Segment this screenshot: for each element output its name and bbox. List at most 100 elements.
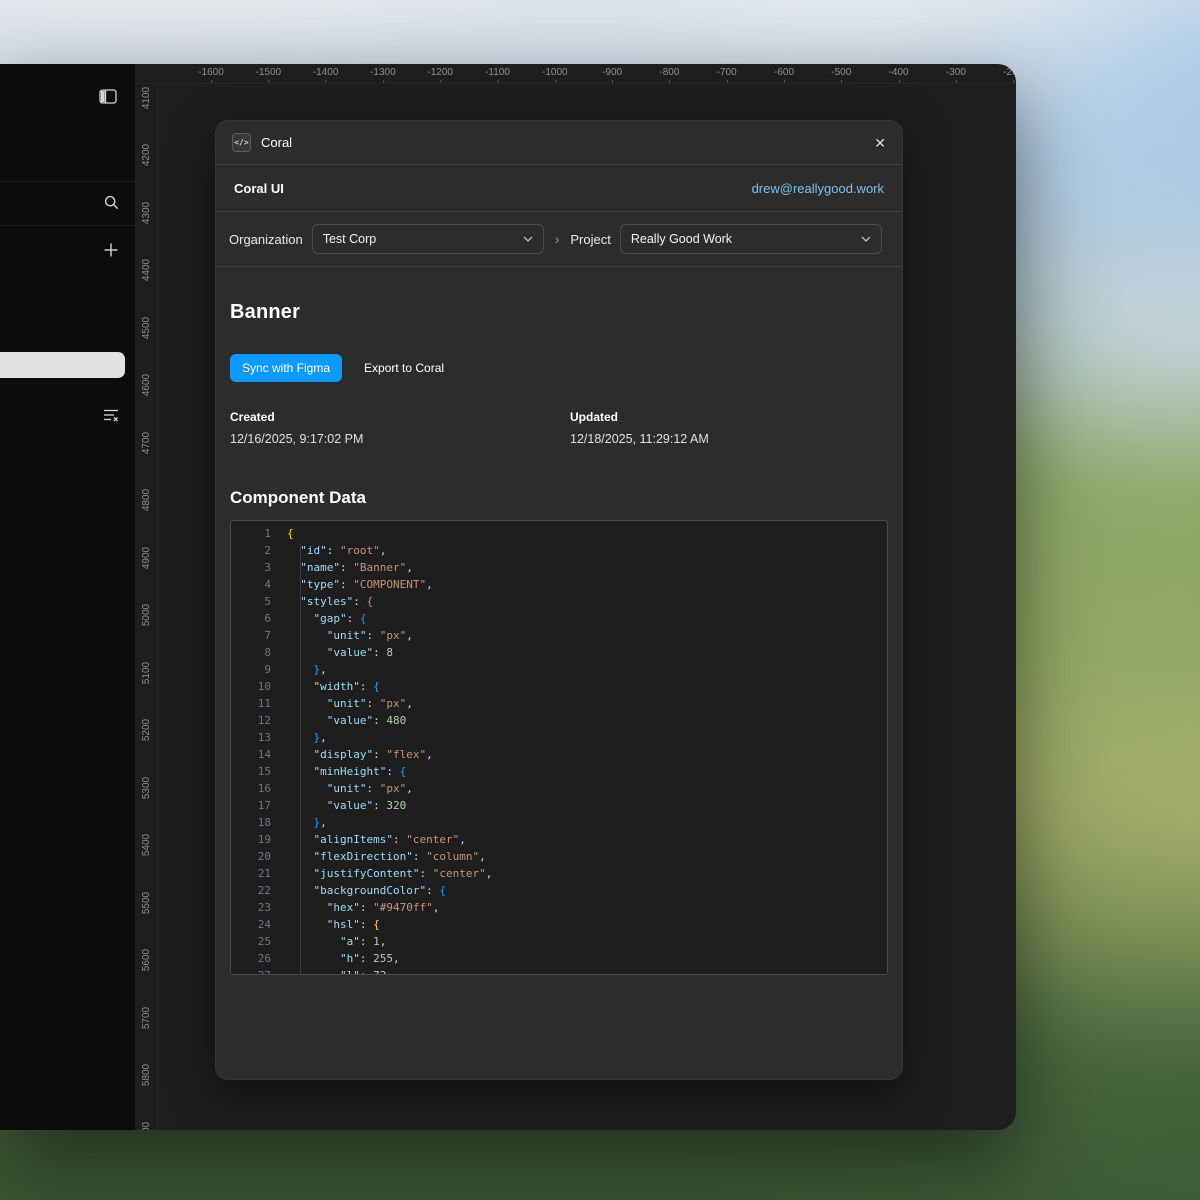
organization-dropdown[interactable]: Test Corp xyxy=(312,224,544,254)
toggle-sidebar-icon[interactable] xyxy=(94,82,122,110)
line-number: 26 xyxy=(231,950,287,967)
export-to-coral-button[interactable]: Export to Coral xyxy=(364,361,444,375)
code-text: "h": 255, xyxy=(287,950,400,967)
line-number: 3 xyxy=(231,559,287,576)
ruler-label: 4500 xyxy=(141,300,153,356)
line-number: 16 xyxy=(231,780,287,797)
code-line: 3 "name": "Banner", xyxy=(231,559,887,576)
chevron-down-icon xyxy=(861,236,871,242)
line-number: 6 xyxy=(231,610,287,627)
line-number: 18 xyxy=(231,814,287,831)
code-text: "hex": "#9470ff", xyxy=(287,899,439,916)
code-line: 23 "hex": "#9470ff", xyxy=(231,899,887,916)
code-text: }, xyxy=(287,814,327,831)
code-line: 8 "value": 8 xyxy=(231,644,887,661)
ruler-label: 4800 xyxy=(141,472,153,528)
code-line: 13 }, xyxy=(231,729,887,746)
code-icon: </> xyxy=(232,133,251,152)
code-text: { xyxy=(287,525,294,542)
updated-value: 12/18/2025, 11:29:12 AM xyxy=(570,431,888,447)
code-line: 16 "unit": "px", xyxy=(231,780,887,797)
ruler-label: 5200 xyxy=(141,702,153,758)
project-value: Really Good Work xyxy=(631,232,732,246)
code-text: "gap": { xyxy=(287,610,367,627)
ruler-label: 5300 xyxy=(141,760,153,816)
sidebar-divider xyxy=(0,181,135,182)
ruler-label: 4400 xyxy=(141,242,153,298)
code-text: "l": 72, xyxy=(287,967,393,975)
code-line: 19 "alignItems": "center", xyxy=(231,831,887,848)
add-icon[interactable] xyxy=(97,236,125,264)
code-line: 25 "a": 1, xyxy=(231,933,887,950)
ruler-label: -900 xyxy=(602,67,622,78)
code-line: 4 "type": "COMPONENT", xyxy=(231,576,887,593)
line-number: 1 xyxy=(231,525,287,542)
ruler-label: -500 xyxy=(831,67,851,78)
line-number: 11 xyxy=(231,695,287,712)
selected-layer-row[interactable] xyxy=(0,352,125,378)
updated-column: Updated 12/18/2025, 11:29:12 AM xyxy=(570,410,888,447)
ruler-label: -1600 xyxy=(198,67,224,78)
ruler-label: 5800 xyxy=(141,1047,153,1103)
figma-app-window: -1600-1500-1400-1300-1200-1100-1000-900-… xyxy=(0,64,1016,1130)
code-text: "minHeight": { xyxy=(287,763,406,780)
line-number: 13 xyxy=(231,729,287,746)
code-lines: 1{2 "id": "root",3 "name": "Banner",4 "t… xyxy=(231,521,887,975)
code-text: "unit": "px", xyxy=(287,627,413,644)
created-column: Created 12/16/2025, 9:17:02 PM xyxy=(230,410,570,447)
line-number: 15 xyxy=(231,763,287,780)
ruler-label: -1000 xyxy=(542,67,568,78)
account-email-link[interactable]: drew@reallygood.work xyxy=(752,181,884,196)
line-number: 17 xyxy=(231,797,287,814)
ruler-vertical[interactable]: 4100420043004400450046004700480049005000… xyxy=(135,84,158,1130)
code-line: 17 "value": 320 xyxy=(231,797,887,814)
sync-with-figma-button[interactable]: Sync with Figma xyxy=(230,354,342,382)
created-value: 12/16/2025, 9:17:02 PM xyxy=(230,431,570,447)
ruler-label: 5900 xyxy=(141,1105,153,1131)
code-line: 9 }, xyxy=(231,661,887,678)
code-text: "value": 8 xyxy=(287,644,393,661)
line-number: 21 xyxy=(231,865,287,882)
component-data-editor[interactable]: 1{2 "id": "root",3 "name": "Banner",4 "t… xyxy=(230,520,888,975)
code-line: 15 "minHeight": { xyxy=(231,763,887,780)
component-name-heading: Banner xyxy=(230,300,888,324)
account-row: Coral UI drew@reallygood.work xyxy=(216,165,902,212)
search-icon[interactable] xyxy=(97,188,125,216)
updated-label: Updated xyxy=(570,410,888,425)
ruler-label: 5700 xyxy=(141,990,153,1046)
line-number: 4 xyxy=(231,576,287,593)
ruler-label: -1400 xyxy=(313,67,339,78)
ruler-label: -1100 xyxy=(485,67,510,78)
ruler-label: 4700 xyxy=(141,415,153,471)
project-dropdown[interactable]: Really Good Work xyxy=(620,224,882,254)
code-line: 22 "backgroundColor": { xyxy=(231,882,887,899)
line-number: 10 xyxy=(231,678,287,695)
code-text: "justifyContent": "center", xyxy=(287,865,492,882)
code-text: "name": "Banner", xyxy=(287,559,413,576)
code-line: 6 "gap": { xyxy=(231,610,887,627)
ruler-label: 5600 xyxy=(141,932,153,988)
ruler-label: -200 xyxy=(1003,67,1016,78)
organization-value: Test Corp xyxy=(323,232,377,246)
code-line: 12 "value": 480 xyxy=(231,712,887,729)
code-text: "unit": "px", xyxy=(287,695,413,712)
ruler-label: 5500 xyxy=(141,875,153,931)
list-icon[interactable] xyxy=(97,401,125,429)
code-line: 10 "width": { xyxy=(231,678,887,695)
ruler-label: -400 xyxy=(889,67,909,78)
chevron-down-icon xyxy=(523,236,533,242)
component-data-heading: Component Data xyxy=(230,487,888,508)
code-text: }, xyxy=(287,661,327,678)
code-text: "value": 320 xyxy=(287,797,406,814)
line-number: 20 xyxy=(231,848,287,865)
line-number: 23 xyxy=(231,899,287,916)
code-text: "alignItems": "center", xyxy=(287,831,466,848)
line-number: 9 xyxy=(231,661,287,678)
code-line: 21 "justifyContent": "center", xyxy=(231,865,887,882)
ruler-horizontal[interactable]: -1600-1500-1400-1300-1200-1100-1000-900-… xyxy=(135,64,1016,84)
chevron-right-icon: › xyxy=(553,231,562,247)
left-sidebar xyxy=(0,64,135,1130)
ruler-label: -1200 xyxy=(427,67,453,78)
close-icon[interactable]: ✕ xyxy=(874,136,886,150)
code-text: "unit": "px", xyxy=(287,780,413,797)
